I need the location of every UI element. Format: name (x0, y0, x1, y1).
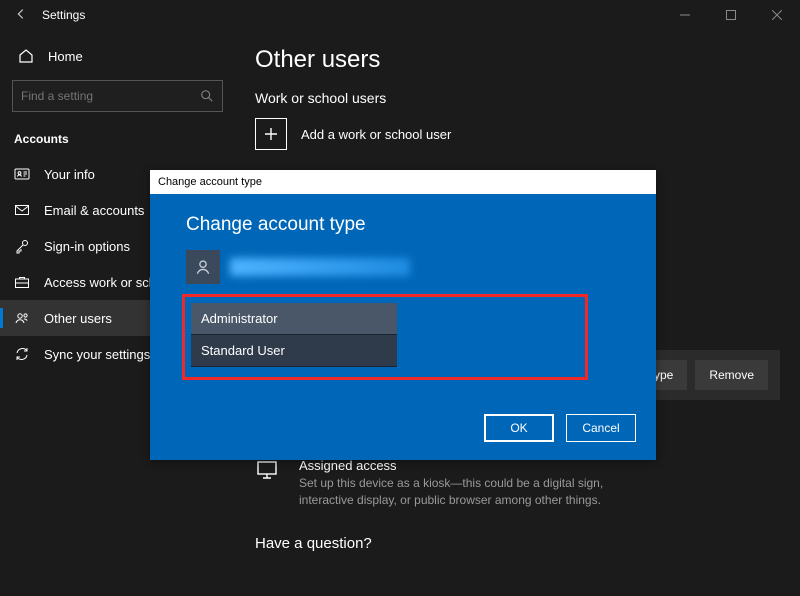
sidebar-item-label: Sync your settings (44, 347, 150, 362)
dialog-user-row (186, 250, 620, 284)
assigned-access-row[interactable]: Assigned access Set up this device as a … (255, 458, 780, 509)
change-account-type-dialog: Change account type Change account type … (150, 170, 656, 460)
key-icon (14, 238, 30, 254)
remove-button[interactable]: Remove (695, 360, 768, 390)
briefcase-icon (14, 274, 30, 290)
window-controls (662, 0, 800, 30)
sidebar-item-label: Your info (44, 167, 95, 182)
window-title: Settings (42, 8, 85, 22)
account-type-option-admin[interactable]: Administrator (191, 303, 397, 335)
work-school-section-title: Work or school users (255, 90, 780, 106)
ok-button[interactable]: OK (484, 414, 554, 442)
add-work-user-label: Add a work or school user (301, 127, 451, 142)
person-card-icon (14, 166, 30, 182)
back-icon[interactable] (14, 7, 38, 24)
page-title: Other users (255, 46, 780, 74)
people-icon (14, 310, 30, 326)
sidebar-item-label: Other users (44, 311, 112, 326)
account-type-option-standard[interactable]: Standard User (191, 335, 397, 367)
minimize-button[interactable] (662, 0, 708, 30)
search-input[interactable] (21, 89, 200, 103)
sidebar-item-label: Sign-in options (44, 239, 130, 254)
account-type-dropdown[interactable]: Administrator Standard User (191, 303, 397, 367)
dialog-heading: Change account type (186, 214, 620, 236)
account-type-highlight: Administrator Standard User (182, 294, 588, 380)
titlebar: Settings (0, 0, 800, 30)
add-work-user-row[interactable]: Add a work or school user (255, 118, 780, 150)
plus-icon (255, 118, 287, 150)
dialog-titlebar-text: Change account type (158, 176, 262, 188)
user-avatar-icon (186, 250, 220, 284)
have-a-question: Have a question? (255, 535, 780, 552)
assigned-access-title: Assigned access (299, 458, 639, 473)
monitor-icon (255, 458, 285, 485)
close-button[interactable] (754, 0, 800, 30)
maximize-button[interactable] (708, 0, 754, 30)
user-name-redacted (230, 258, 410, 276)
sidebar-category: Accounts (0, 126, 235, 156)
sync-icon (14, 346, 30, 362)
dialog-footer: OK Cancel (150, 400, 656, 460)
dialog-titlebar[interactable]: Change account type (150, 170, 656, 194)
sidebar-home[interactable]: Home (0, 40, 235, 72)
sidebar-item-label: Email & accounts (44, 203, 144, 218)
assigned-access-desc: Set up this device as a kiosk—this could… (299, 475, 639, 509)
home-icon (18, 48, 34, 64)
cancel-button[interactable]: Cancel (566, 414, 636, 442)
search-icon (200, 89, 214, 103)
mail-icon (14, 202, 30, 218)
home-label: Home (48, 49, 83, 64)
search-box[interactable] (12, 80, 223, 112)
